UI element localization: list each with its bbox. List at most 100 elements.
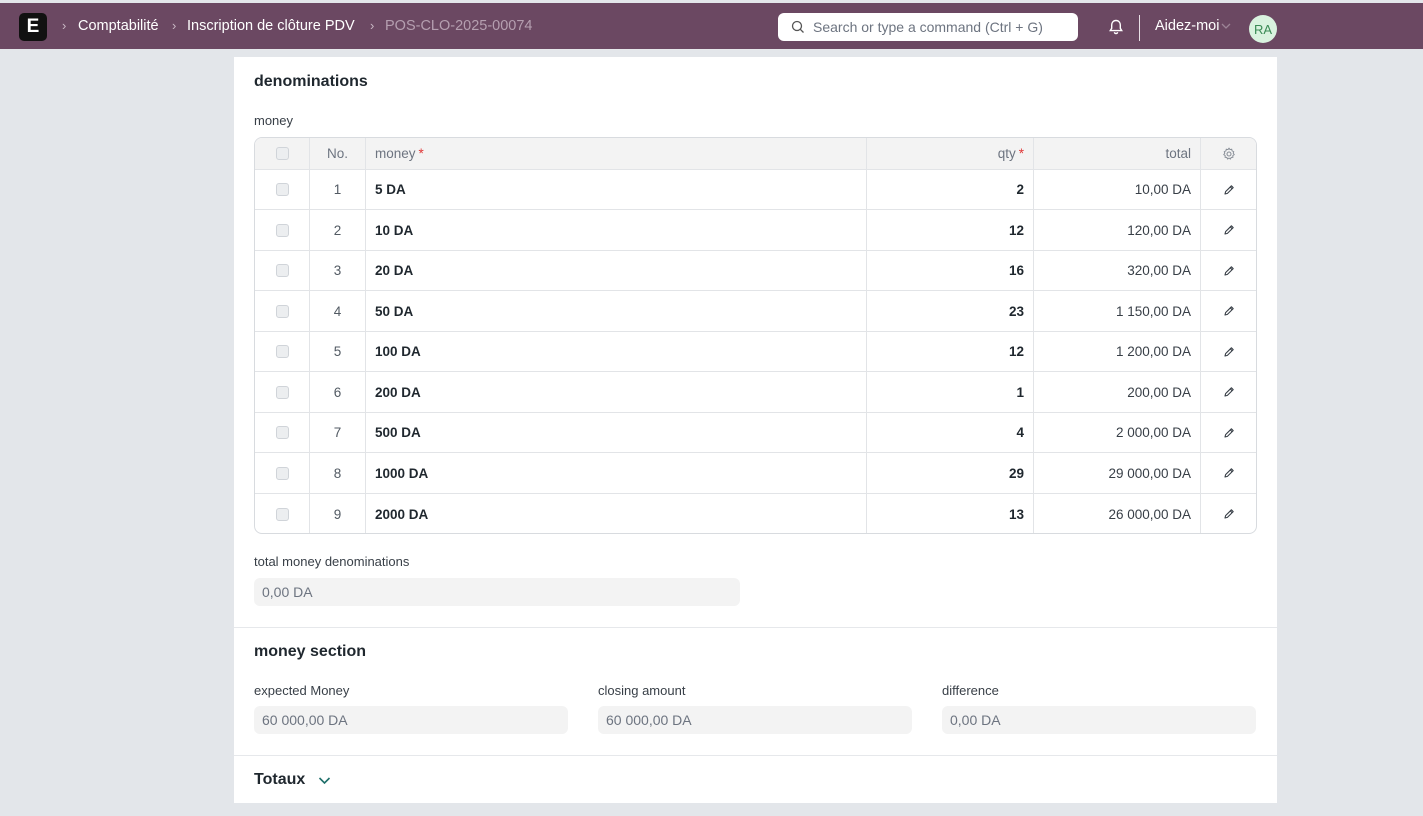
row-number: 3 xyxy=(310,251,366,290)
row-total: 200,00 DA xyxy=(1034,372,1201,412)
row-qty[interactable]: 1 xyxy=(867,372,1034,412)
row-qty[interactable]: 4 xyxy=(867,413,1034,452)
row-checkbox[interactable] xyxy=(275,183,289,196)
edit-pencil-icon[interactable] xyxy=(1223,427,1235,439)
notification-bell-icon[interactable] xyxy=(1107,18,1125,36)
required-mark: * xyxy=(418,146,424,161)
row-money[interactable]: 5 DA xyxy=(366,170,867,209)
help-dropdown[interactable]: Aidez-moi xyxy=(1155,18,1219,34)
edit-pencil-icon[interactable] xyxy=(1223,184,1235,196)
section-title-totaux[interactable]: Totaux xyxy=(254,771,305,789)
table-row[interactable]: 3 20 DA 16 320,00 DA xyxy=(255,251,1256,291)
row-qty[interactable]: 12 xyxy=(867,210,1034,250)
row-money[interactable]: 1000 DA xyxy=(366,453,867,493)
row-select-cell xyxy=(255,291,310,331)
navbar-divider xyxy=(1139,15,1140,41)
table-row[interactable]: 5 100 DA 12 1 200,00 DA xyxy=(255,332,1256,372)
chevron-down-icon[interactable] xyxy=(318,776,331,785)
row-qty[interactable]: 29 xyxy=(867,453,1034,493)
section-title-denominations[interactable]: denominations xyxy=(254,73,368,91)
column-header-money: money * xyxy=(366,138,867,169)
difference-field[interactable]: 0,00 DA xyxy=(942,706,1256,734)
total-money-denominations-field[interactable]: 0,00 DA xyxy=(254,578,740,606)
row-checkbox[interactable] xyxy=(275,345,289,358)
table-row[interactable]: 9 2000 DA 13 26 000,00 DA xyxy=(255,494,1256,533)
row-money[interactable]: 20 DA xyxy=(366,251,867,290)
settings-gear-icon[interactable] xyxy=(1222,146,1236,161)
table-row[interactable]: 15 DA 2 10,00 DA xyxy=(255,170,1256,210)
row-total: 320,00 DA xyxy=(1034,251,1201,290)
row-checkbox[interactable] xyxy=(275,264,289,277)
row-total: 1 150,00 DA xyxy=(1034,291,1201,331)
edit-pencil-icon[interactable] xyxy=(1223,265,1235,277)
card-top-divider xyxy=(257,49,1250,50)
edit-pencil-icon[interactable] xyxy=(1223,346,1235,358)
row-qty[interactable]: 12 xyxy=(867,332,1034,371)
app-logo[interactable]: E xyxy=(19,13,47,41)
row-select-cell xyxy=(255,170,310,209)
row-qty[interactable]: 13 xyxy=(867,494,1034,533)
row-total: 120,00 DA xyxy=(1034,210,1201,250)
edit-pencil-icon[interactable] xyxy=(1223,305,1235,317)
row-qty[interactable]: 23 xyxy=(867,291,1034,331)
section-divider xyxy=(234,627,1277,628)
row-total: 1 200,00 DA xyxy=(1034,332,1201,371)
search-input[interactable] xyxy=(813,19,1063,35)
user-avatar[interactable]: RA xyxy=(1249,15,1277,43)
difference-label: difference xyxy=(942,683,999,698)
breadcrumb-inscription-cloture[interactable]: Inscription de clôture PDV xyxy=(187,18,355,34)
table-row[interactable]: 7 500 DA 4 2 000,00 DA xyxy=(255,413,1256,453)
column-header-qty: qty * xyxy=(867,138,1034,169)
breadcrumb-comptabilite[interactable]: Comptabilité xyxy=(78,18,159,34)
row-select-cell xyxy=(255,251,310,290)
row-money[interactable]: 100 DA xyxy=(366,332,867,371)
row-edit-cell xyxy=(1201,413,1256,452)
select-all-checkbox[interactable] xyxy=(275,147,289,160)
row-number: 9 xyxy=(310,494,366,533)
row-select-cell xyxy=(255,372,310,412)
breadcrumb-separator-icon: › xyxy=(62,18,67,33)
column-settings-cell xyxy=(1201,138,1256,169)
edit-pencil-icon[interactable] xyxy=(1223,386,1235,398)
row-checkbox[interactable] xyxy=(275,426,289,439)
row-checkbox[interactable] xyxy=(275,304,289,318)
row-money[interactable]: 2000 DA xyxy=(366,494,867,533)
row-edit-cell xyxy=(1201,170,1256,209)
closing-amount-field[interactable]: 60 000,00 DA xyxy=(598,706,912,734)
edit-pencil-icon[interactable] xyxy=(1223,467,1235,479)
table-row[interactable]: 2 10 DA 12 120,00 DA xyxy=(255,210,1256,251)
row-qty[interactable]: 2 xyxy=(867,170,1034,209)
row-total: 26 000,00 DA xyxy=(1034,494,1201,533)
column-header-no: No. xyxy=(310,138,366,169)
closing-amount-label: closing amount xyxy=(598,683,686,698)
row-total: 2 000,00 DA xyxy=(1034,413,1201,452)
edit-pencil-icon[interactable] xyxy=(1223,508,1235,520)
row-money[interactable]: 200 DA xyxy=(366,372,867,412)
edit-pencil-icon[interactable] xyxy=(1223,224,1235,236)
required-mark: * xyxy=(1018,146,1024,161)
row-money[interactable]: 50 DA xyxy=(366,291,867,331)
row-qty[interactable]: 16 xyxy=(867,251,1034,290)
row-checkbox[interactable] xyxy=(275,466,289,480)
expected-money-field[interactable]: 60 000,00 DA xyxy=(254,706,568,734)
total-money-denominations-label: total money denominations xyxy=(254,554,410,569)
row-select-cell xyxy=(255,494,310,533)
row-edit-cell xyxy=(1201,453,1256,493)
row-checkbox[interactable] xyxy=(275,385,289,399)
table-row[interactable]: 6 200 DA 1 200,00 DA xyxy=(255,372,1256,413)
row-checkbox[interactable] xyxy=(275,507,289,521)
header-select-all-cell xyxy=(255,138,310,169)
row-edit-cell xyxy=(1201,372,1256,412)
row-checkbox[interactable] xyxy=(275,223,289,237)
column-header-total: total xyxy=(1034,138,1201,169)
table-row[interactable]: 4 50 DA 23 1 150,00 DA xyxy=(255,291,1256,332)
search-bar[interactable] xyxy=(778,13,1078,41)
chevron-down-icon[interactable] xyxy=(1221,22,1231,30)
table-row[interactable]: 8 1000 DA 29 29 000,00 DA xyxy=(255,453,1256,494)
denominations-table: No. money * qty * total 15 DA 2 10,00 DA 2 10 … xyxy=(254,137,1257,534)
row-money[interactable]: 500 DA xyxy=(366,413,867,452)
row-select-cell xyxy=(255,332,310,371)
section-title-money-section[interactable]: money section xyxy=(254,643,366,661)
row-number: 4 xyxy=(310,291,366,331)
row-money[interactable]: 10 DA xyxy=(366,210,867,250)
